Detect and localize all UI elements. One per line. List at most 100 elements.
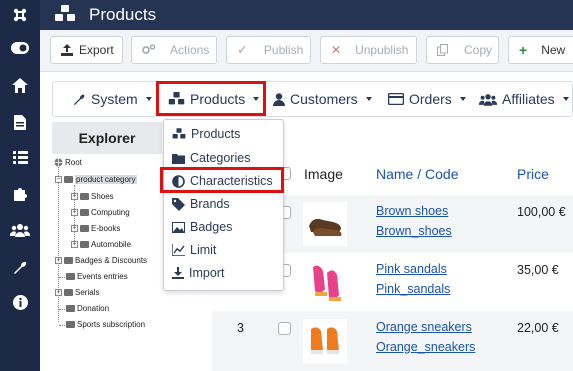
row-checkbox[interactable]: [278, 322, 291, 335]
puzzle-icon[interactable]: [0, 183, 40, 205]
menu-system[interactable]: System: [73, 82, 152, 116]
check-icon: ✓: [237, 42, 248, 57]
product-thumbnail[interactable]: [303, 319, 347, 363]
list-icon[interactable]: [0, 146, 40, 168]
menu-customers[interactable]: Customers: [273, 82, 372, 116]
tree-node-donation[interactable]: Donation: [66, 303, 109, 314]
gears-icon: [142, 44, 156, 54]
tree-node-shoes[interactable]: + Shoes: [71, 191, 114, 202]
joomla-logo-icon[interactable]: [0, 4, 40, 26]
product-name-link[interactable]: Orange sneakers: [376, 320, 472, 334]
globe-icon: [54, 158, 63, 167]
row-number: 3: [237, 321, 244, 335]
folder-icon: [80, 241, 89, 248]
folder-icon: [80, 193, 89, 200]
tree-node-label: E-books: [91, 224, 121, 233]
column-header-image: Image: [304, 166, 343, 182]
product-price: 22,00 €: [517, 321, 559, 335]
export-button[interactable]: Export: [50, 36, 123, 64]
dropdown-item-categories[interactable]: Categories: [172, 148, 250, 168]
dropdown-item-label: Import: [189, 266, 225, 280]
dropdown-item-label: Products: [191, 127, 241, 141]
folder-icon: [80, 225, 89, 232]
expand-icon[interactable]: +: [71, 225, 78, 232]
product-code-link[interactable]: Pink_sandals: [376, 282, 450, 296]
product-name-link[interactable]: Brown shoes: [376, 204, 448, 218]
tree-node-label: Sports subscription: [77, 320, 146, 329]
product-thumbnail[interactable]: [303, 202, 347, 246]
new-button[interactable]: + New: [508, 36, 573, 64]
orange-sneakers-image: [311, 327, 339, 354]
copy-button[interactable]: Copy: [426, 36, 499, 64]
column-header-name[interactable]: Name / Code: [376, 166, 458, 182]
page-title: Products: [89, 5, 157, 24]
tree-node-label: Serials: [75, 288, 100, 297]
expand-icon[interactable]: +: [71, 241, 78, 248]
actions-button[interactable]: Actions: [131, 36, 217, 64]
publish-button[interactable]: ✓ Publish: [226, 36, 311, 64]
product-price: 35,00 €: [517, 263, 559, 277]
expand-icon[interactable]: +: [55, 257, 62, 264]
tree-node-sports[interactable]: Sports subscription: [66, 319, 145, 330]
product-thumbnail[interactable]: [303, 259, 347, 303]
tree-node-label: Shoes: [91, 192, 114, 201]
image-icon: [172, 221, 185, 233]
menu-customers-label: Customers: [290, 91, 358, 107]
dropdown-item-badges[interactable]: Badges: [172, 217, 232, 237]
tree-node-label: Computing: [91, 208, 130, 217]
tree-node-computing[interactable]: + Computing: [71, 207, 130, 218]
user-icon: [273, 92, 285, 106]
cubes-icon: [172, 128, 186, 139]
document-icon[interactable]: [0, 111, 40, 133]
dropdown-item-limit[interactable]: Limit: [172, 240, 216, 260]
toggle-menu-icon[interactable]: [0, 37, 40, 59]
product-code-link[interactable]: Orange_sneakers: [376, 340, 475, 354]
explorer-title: Explorer: [52, 122, 162, 154]
users-icon[interactable]: [0, 219, 40, 241]
expand-icon[interactable]: +: [71, 209, 78, 216]
folder-icon: [66, 273, 75, 280]
product-name-link[interactable]: Pink sandals: [376, 262, 447, 276]
products-dropdown-menu: Products Categories Characteristics Bran…: [163, 119, 284, 291]
dropdown-item-brands[interactable]: Brands: [172, 194, 230, 214]
folder-icon: [64, 257, 73, 264]
copy-icon: [437, 44, 448, 56]
new-label: New: [541, 43, 566, 57]
tree-node-label: Donation: [77, 304, 110, 313]
dropdown-item-products[interactable]: Products: [172, 124, 240, 144]
tree-node-automobile[interactable]: + Automobile: [71, 239, 131, 250]
menu-affiliates-label: Affiliates: [502, 91, 555, 107]
tree-node-events[interactable]: Events entries: [66, 271, 128, 282]
category-tree: Root − product category + Shoes + Comput…: [52, 154, 164, 371]
tag-icon: [172, 197, 185, 211]
folder-icon: [64, 289, 73, 296]
tree-root-label: Root: [65, 158, 82, 167]
column-header-price[interactable]: Price: [517, 166, 549, 182]
menu-affiliates[interactable]: Affiliates: [479, 82, 569, 116]
expand-icon[interactable]: +: [55, 289, 62, 296]
folder-icon: [64, 176, 73, 183]
wrench-icon[interactable]: [0, 256, 40, 278]
tree-node-label: Automobile: [91, 240, 132, 249]
dropdown-item-label: Badges: [190, 220, 233, 234]
tree-node-badges[interactable]: + Badges & Discounts: [55, 255, 147, 266]
home-icon[interactable]: [0, 74, 40, 96]
cubes-icon: [54, 5, 76, 28]
product-code-link[interactable]: Brown_shoes: [376, 224, 452, 238]
dropdown-item-import[interactable]: Import: [172, 263, 224, 283]
expand-icon[interactable]: +: [71, 193, 78, 200]
dropdown-item-label: Limit: [190, 243, 217, 257]
folder-icon: [80, 209, 89, 216]
info-icon[interactable]: [0, 291, 40, 313]
tree-node-category[interactable]: − product category: [55, 174, 137, 185]
plus-icon: +: [519, 42, 528, 58]
pink-sandals-image: [313, 265, 341, 301]
component-menubar: System Products Customers Orders Affilia…: [52, 81, 573, 117]
publish-label: Publish: [263, 43, 304, 57]
unpublish-button[interactable]: ✕ Unpublish: [320, 36, 417, 64]
tree-node-ebooks[interactable]: + E-books: [71, 223, 120, 234]
menu-orders[interactable]: Orders: [388, 82, 466, 116]
tree-node-serials[interactable]: + Serials: [55, 287, 99, 298]
product-price: 100,00 €: [517, 205, 566, 219]
collapse-icon[interactable]: −: [55, 176, 62, 183]
